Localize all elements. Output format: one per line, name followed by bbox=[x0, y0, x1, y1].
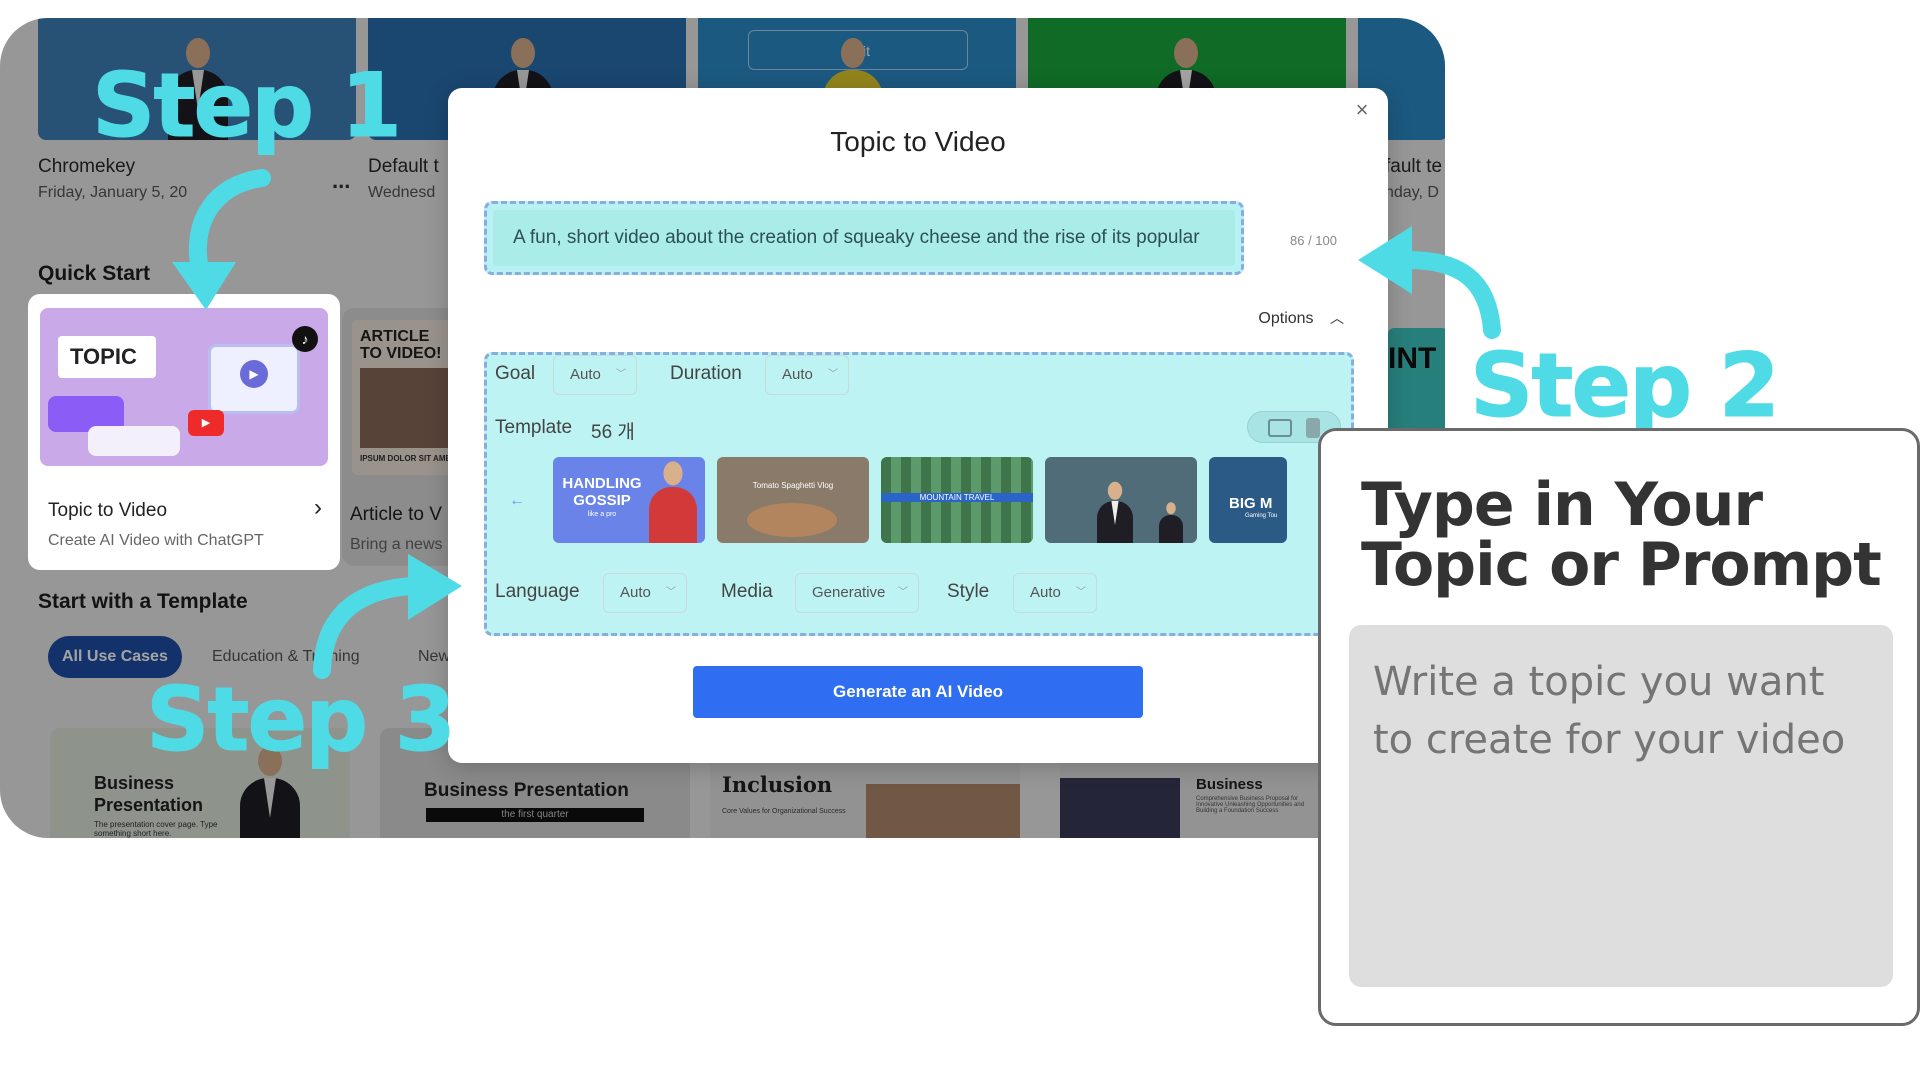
template-thumb-label: Tomato Spaghetti Vlog bbox=[752, 481, 834, 490]
callout-panel: Type in Your Topic or Prompt bbox=[1318, 428, 1920, 1026]
template-count: 56 개 bbox=[591, 422, 635, 443]
template-thumb-label: HANDLING GOSSIP bbox=[562, 475, 642, 509]
options-toggle[interactable]: Options ︿ bbox=[1258, 308, 1344, 328]
char-count: 86 / 100 bbox=[1290, 233, 1337, 248]
step-1-arrow bbox=[172, 169, 271, 310]
topic-thumb: TOPIC ▶ ▶ ♪ bbox=[40, 308, 328, 466]
topic-thumb-text: TOPIC bbox=[58, 336, 156, 378]
template-thumb-sub: like a pro bbox=[587, 511, 617, 518]
presenter-figure bbox=[1159, 499, 1183, 543]
youtube-icon: ▶ bbox=[188, 410, 224, 436]
language-label: Language bbox=[495, 581, 580, 602]
goal-value: Auto bbox=[570, 366, 601, 383]
chevron-down-icon: ﹀ bbox=[616, 369, 626, 380]
quick-card-topic-to-video[interactable]: TOPIC ▶ ▶ ♪ Topic to Video › Create AI V… bbox=[28, 294, 340, 570]
step-2-label: Step 2 bbox=[1470, 334, 1781, 437]
chevron-down-icon: ﹀ bbox=[1076, 587, 1086, 598]
chevron-right-icon[interactable]: › bbox=[314, 494, 322, 522]
media-select[interactable]: Generative ﹀ bbox=[795, 573, 919, 613]
modal-title: Topic to Video bbox=[830, 126, 1006, 157]
quick-card-subtitle: Create AI Video with ChatGPT bbox=[48, 532, 264, 549]
play-icon: ▶ bbox=[240, 360, 268, 388]
media-label: Media bbox=[721, 581, 773, 602]
list-view-icon[interactable] bbox=[1306, 418, 1320, 438]
duration-select[interactable]: Auto ﹀ bbox=[765, 355, 849, 395]
tiktok-icon: ♪ bbox=[292, 326, 318, 352]
goal-label: Goal bbox=[495, 363, 536, 384]
grid-view-icon[interactable] bbox=[1268, 419, 1292, 437]
duration-label: Duration bbox=[670, 363, 742, 384]
prompt-input[interactable]: A fun, short video about the creation of… bbox=[493, 210, 1235, 266]
topic-prompt-input[interactable] bbox=[1349, 625, 1893, 987]
settings-highlight: Goal Auto ﹀ Duration Auto ﹀ Template 56 개 … bbox=[484, 352, 1354, 636]
duration-value: Auto bbox=[782, 366, 813, 383]
presenter-figure bbox=[1097, 477, 1133, 543]
quick-card-title: Topic to Video bbox=[48, 500, 168, 521]
language-value: Auto bbox=[620, 584, 651, 601]
step-2-arrow bbox=[1358, 226, 1501, 339]
prompt-highlight: A fun, short video about the creation of… bbox=[484, 201, 1244, 275]
step-3-label: Step 3 bbox=[146, 668, 457, 771]
generate-ai-video-button[interactable]: Generate an AI Video bbox=[693, 666, 1143, 718]
step-1-label: Step 1 bbox=[92, 54, 403, 157]
template-label: Template bbox=[495, 417, 573, 438]
callout-title: Type in Your Topic or Prompt bbox=[1361, 470, 1882, 600]
template-thumb-label: MOUNTAIN TRAVEL bbox=[881, 493, 1033, 502]
template-thumb-3[interactable]: MOUNTAIN TRAVEL bbox=[881, 457, 1033, 543]
goal-select[interactable]: Auto ﹀ bbox=[553, 355, 637, 395]
chevron-down-icon: ﹀ bbox=[898, 587, 908, 598]
topic-to-video-modal: Topic to Video × A fun, short video abou… bbox=[448, 88, 1388, 763]
template-thumb-1[interactable]: HANDLING GOSSIP like a pro bbox=[553, 457, 705, 543]
tutorial-stage: Edit Chromekey Friday, January 5, 20 ...… bbox=[0, 0, 1920, 1080]
chevron-up-icon: ︿ bbox=[1330, 310, 1344, 326]
chat-bubble-shape bbox=[88, 426, 180, 456]
close-icon[interactable]: × bbox=[1350, 98, 1374, 122]
step-3-arrow bbox=[313, 554, 462, 679]
media-value: Generative bbox=[812, 584, 886, 601]
language-select[interactable]: Auto ﹀ bbox=[603, 573, 687, 613]
options-label: Options bbox=[1258, 310, 1314, 327]
template-thumb-label: BIG M bbox=[1229, 495, 1273, 512]
style-value: Auto bbox=[1030, 584, 1061, 601]
chevron-down-icon: ﹀ bbox=[828, 369, 838, 380]
style-select[interactable]: Auto ﹀ bbox=[1013, 573, 1097, 613]
template-thumb-4[interactable] bbox=[1045, 457, 1197, 543]
arrow-left-icon[interactable]: ← bbox=[505, 489, 529, 513]
presenter-figure bbox=[649, 457, 697, 543]
template-thumb-5[interactable]: BIG M Gaming Tou bbox=[1209, 457, 1287, 543]
template-thumb-sub: Gaming Tou bbox=[1245, 513, 1278, 519]
template-photo bbox=[747, 503, 837, 537]
style-label: Style bbox=[947, 581, 990, 602]
template-thumb-2[interactable]: Tomato Spaghetti Vlog bbox=[717, 457, 869, 543]
chevron-down-icon: ﹀ bbox=[666, 587, 676, 598]
